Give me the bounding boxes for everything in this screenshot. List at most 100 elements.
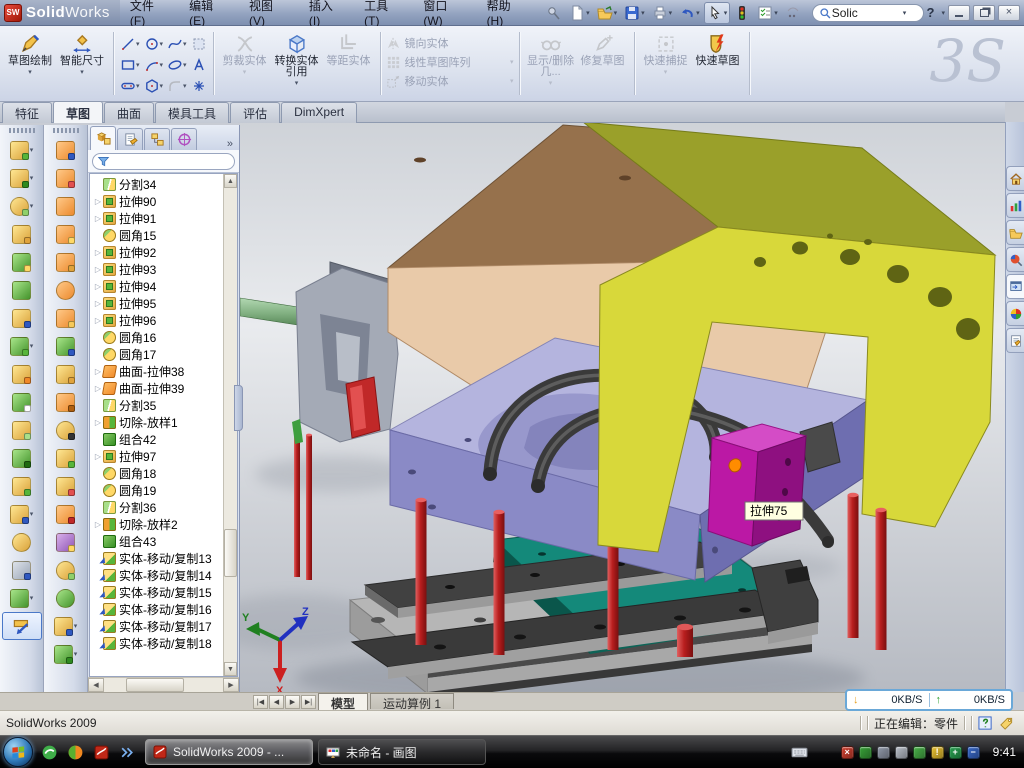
dropdown-arrow[interactable]: ▾	[30, 174, 34, 182]
tab-nav-button-2[interactable]: ▶	[285, 695, 300, 709]
expand-arrow[interactable]: ▷	[93, 520, 103, 529]
options-checklist-button[interactable]: ▾	[754, 2, 781, 24]
open-button[interactable]: ▾	[594, 2, 621, 24]
dropdown-arrow[interactable]: ▾	[160, 40, 164, 48]
dropdown-arrow[interactable]: ▾	[696, 9, 700, 17]
tree-item[interactable]: ▷切除-放样2	[90, 516, 223, 533]
menu-帮助(H)[interactable]: 帮助(H)	[477, 0, 538, 25]
tree-horizontal-scrollbar[interactable]: ◀ ▶	[88, 677, 239, 692]
antivirus-shield-icon[interactable]: +	[949, 746, 962, 759]
feature-manager-tab[interactable]	[90, 126, 116, 150]
tree-item[interactable]: ▷曲面-拉伸39	[90, 380, 223, 397]
solidworks-launcher-button[interactable]	[91, 742, 111, 762]
feature-toolbar-button-col1-4[interactable]	[2, 220, 42, 248]
vertical-scroll-thumb[interactable]	[224, 529, 237, 577]
dropdown-arrow[interactable]: ▾	[30, 342, 34, 350]
sketch-point-button[interactable]	[190, 77, 208, 95]
tab-nav-button-3[interactable]: ▶|	[301, 695, 316, 709]
feature-toolbar-button-col2-11[interactable]	[46, 416, 86, 444]
sketch-circle-button[interactable]: ▾	[143, 35, 165, 53]
dropdown-arrow[interactable]: ▾	[669, 9, 673, 17]
tree-item[interactable]: ▷拉伸96	[90, 312, 223, 329]
sketch-textA-button[interactable]	[190, 56, 208, 74]
feature-toolbar-button-col1-13[interactable]	[2, 472, 42, 500]
panel-splitter-handle[interactable]	[234, 385, 243, 431]
toolbar-grip[interactable]	[53, 128, 79, 133]
menu-窗口(W)[interactable]: 窗口(W)	[413, 0, 476, 25]
messenger-button[interactable]	[39, 742, 59, 762]
tree-item[interactable]: 实体-移动/复制17	[90, 618, 223, 635]
dimxpert-manager-tab[interactable]	[171, 128, 197, 150]
feature-toolbar-button-col1-12[interactable]	[2, 444, 42, 472]
network-signal-icon[interactable]	[913, 746, 926, 759]
sketch-spline-button[interactable]: ▾	[166, 35, 188, 53]
search-input[interactable]	[832, 6, 902, 20]
menu-插入(I)[interactable]: 插入(I)	[299, 0, 354, 25]
configuration-manager-tab[interactable]	[144, 128, 170, 150]
menu-编辑(E)[interactable]: 编辑(E)	[179, 0, 239, 25]
more-button[interactable]	[782, 2, 804, 24]
dropdown-arrow[interactable]: ▾	[136, 61, 140, 69]
expand-arrow[interactable]: ▷	[93, 282, 103, 291]
feature-toolbar-button-col1-9[interactable]	[2, 360, 42, 388]
expand-arrow[interactable]: ▷	[93, 248, 103, 257]
security-alert-icon[interactable]: ×	[841, 746, 854, 759]
dropdown-arrow[interactable]: ▾	[183, 61, 187, 69]
scroll-down-button[interactable]: ▼	[224, 662, 237, 676]
feature-toolbar-button-col2-16[interactable]	[46, 556, 86, 584]
undo-button[interactable]: ▾	[676, 2, 703, 24]
property-manager-tab[interactable]	[117, 128, 143, 150]
dropdown-arrow[interactable]: ▾	[160, 82, 164, 90]
doc-tab-运动算例 1[interactable]: 运动算例 1	[370, 693, 454, 709]
taskpane-search-pane-tab[interactable]	[1006, 247, 1024, 272]
tab-草图[interactable]: 草图	[53, 101, 103, 123]
tab-模具工具[interactable]: 模具工具	[155, 102, 229, 123]
expand-arrow[interactable]: ▷	[93, 418, 103, 427]
ribbon-草图绘制-button[interactable]: 草图绘制▾	[4, 30, 56, 79]
tab-评估[interactable]: 评估	[230, 102, 280, 123]
feature-toolbar-button-col2-6[interactable]	[46, 276, 86, 304]
tree-item[interactable]: ▷拉伸97	[90, 448, 223, 465]
taskpane-custom-properties-tab[interactable]	[1006, 328, 1024, 353]
tree-item[interactable]: 圆角16	[90, 329, 223, 346]
sketch-region-button[interactable]	[190, 35, 208, 53]
new-document-button[interactable]: ▾	[566, 2, 593, 24]
tab-曲面[interactable]: 曲面	[104, 102, 154, 123]
scroll-left-button[interactable]: ◀	[88, 678, 104, 692]
feature-toolbar-button-col2-2[interactable]	[46, 164, 86, 192]
tree-filter-input[interactable]	[92, 153, 235, 170]
ribbon-快速草图-button[interactable]: 快速草图	[692, 30, 744, 70]
feature-toolbar-button-col1-5[interactable]	[2, 248, 42, 276]
tree-item[interactable]: ▷曲面-拉伸38	[90, 363, 223, 380]
tags-icon[interactable]	[999, 715, 1014, 730]
tab-nav-button-0[interactable]: |◀	[253, 695, 268, 709]
tree-item[interactable]: ▷拉伸95	[90, 295, 223, 312]
feature-toolbar-button-col1-14[interactable]: ▾	[2, 500, 42, 528]
feature-toolbar-button-col2-18[interactable]: ▾	[46, 612, 86, 640]
tree-item[interactable]: ▷拉伸90	[90, 193, 223, 210]
feature-toolbar-button-col1-2[interactable]: ▾	[2, 164, 42, 192]
tree-item[interactable]: 圆角15	[90, 227, 223, 244]
dropdown-arrow[interactable]: ▾	[724, 9, 728, 17]
sketch-ellipse-button[interactable]: ▾	[166, 56, 188, 74]
tree-item[interactable]: 圆角18	[90, 465, 223, 482]
feature-toolbar-button-col2-5[interactable]	[46, 248, 86, 276]
feature-toolbar-button-col2-19[interactable]: ▾	[46, 640, 86, 668]
dropdown-arrow[interactable]: ▾	[74, 650, 78, 658]
dropdown-arrow[interactable]: ▾	[30, 202, 34, 210]
feature-toolbar-button-col1-1[interactable]: ▾	[2, 136, 42, 164]
save-button[interactable]: ▾	[621, 2, 648, 24]
input-method-keyboard-icon[interactable]	[791, 744, 808, 761]
tree-item[interactable]: ▷拉伸91	[90, 210, 223, 227]
sketch-arc-button[interactable]: ▾	[143, 56, 165, 74]
graphics-viewport[interactable]: X Y Z 拉伸75 ▾▾▾▾▾ ×	[240, 102, 1005, 692]
dropdown-arrow[interactable]: ▾	[295, 79, 299, 87]
feature-toolbar-button-col2-14[interactable]	[46, 500, 86, 528]
minimize-button[interactable]	[948, 5, 970, 21]
taskbar-task-未命名 - 画图[interactable]: 未命名 - 画图	[318, 739, 486, 765]
feature-toolbar-button-col1-15[interactable]	[2, 528, 42, 556]
feature-toolbar-button-col2-12[interactable]	[46, 444, 86, 472]
dropdown-arrow[interactable]: ▾	[160, 61, 164, 69]
expand-arrow[interactable]: ▷	[93, 214, 103, 223]
taskbar-clock[interactable]: 9:41	[993, 745, 1016, 759]
